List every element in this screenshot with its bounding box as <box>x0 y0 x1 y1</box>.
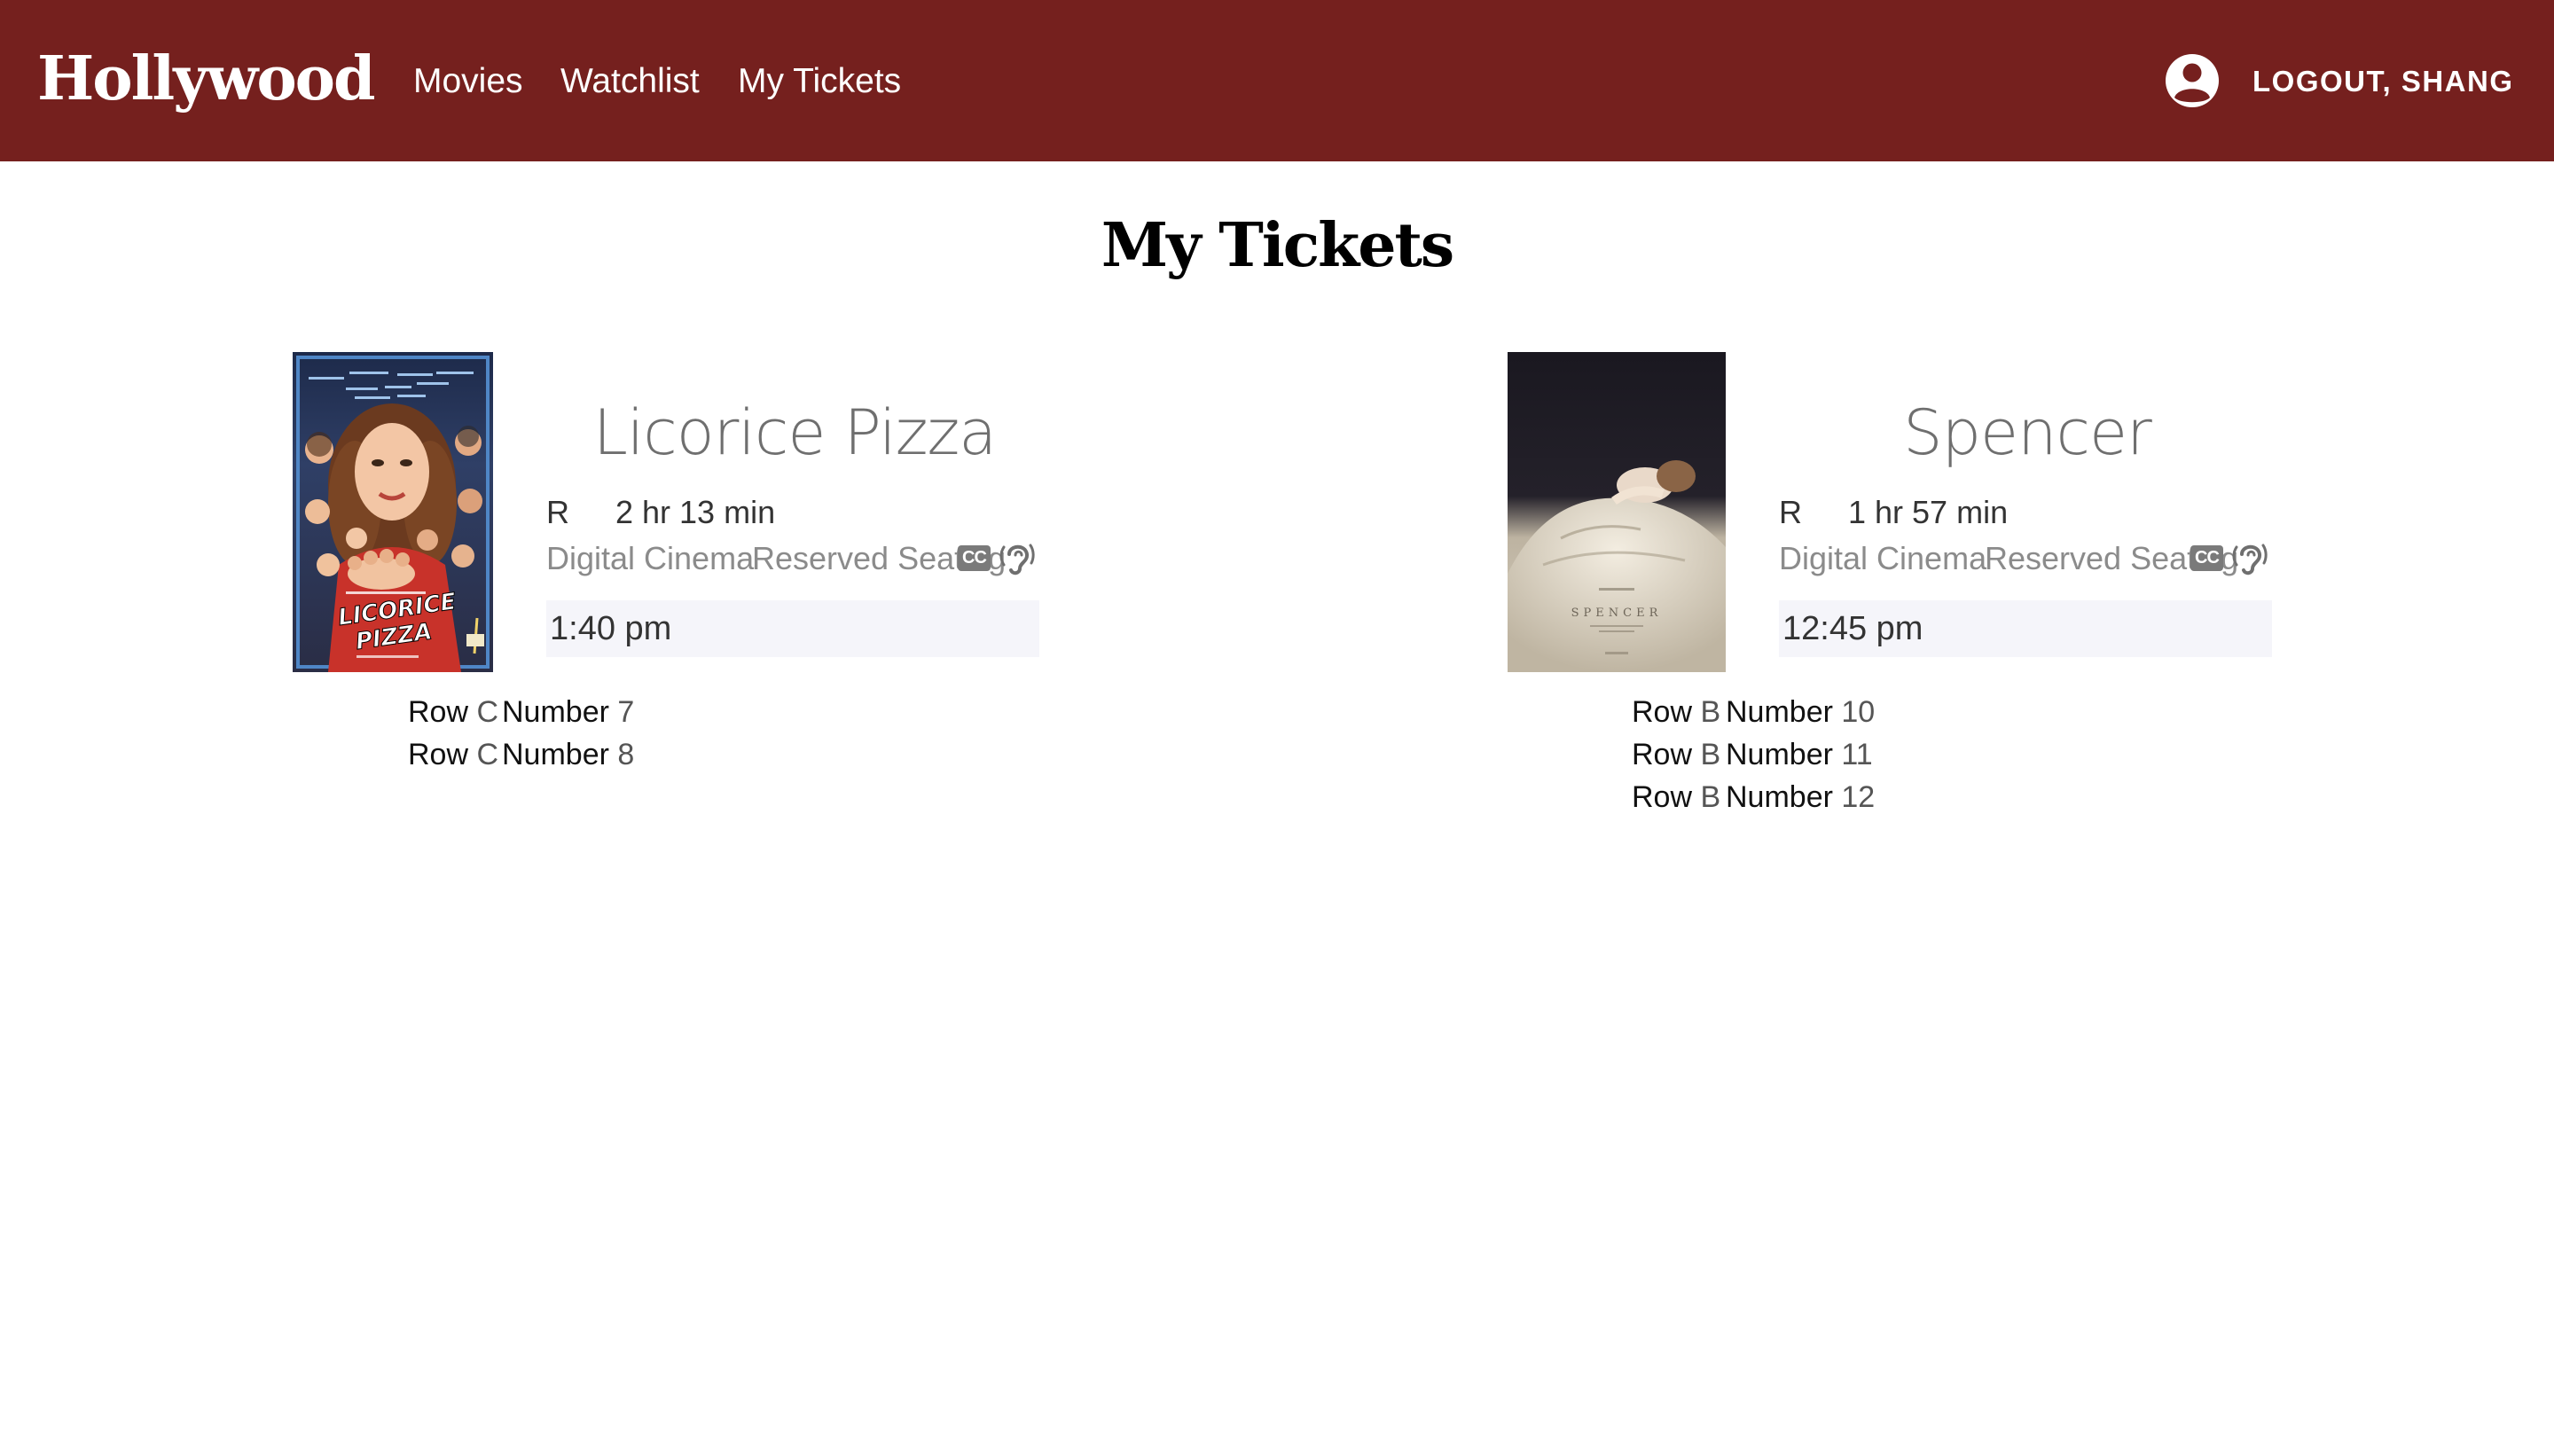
movie-rating: R <box>1779 494 1802 530</box>
number-label: Number <box>1726 780 1833 814</box>
row-label: Row <box>408 738 469 771</box>
seat-entry: Row B Number 10 <box>1632 693 1875 732</box>
screening-format: Digital Cinema <box>1779 540 1987 576</box>
top-navigation-bar: Hollywood Movies Watchlist My Tickets LO… <box>0 0 2554 161</box>
movie-poster[interactable]: SPENCER <box>1508 352 1726 672</box>
hollywood-logo[interactable]: Hollywood <box>37 39 376 119</box>
movie-title[interactable]: Licorice Pizza <box>546 393 1043 473</box>
closed-captions-icon: CC <box>2190 545 2223 571</box>
number-value: 7 <box>617 695 635 729</box>
seat-entry: Row C Number 7 <box>408 693 634 732</box>
user-account-icon[interactable] <box>2165 53 2220 108</box>
closed-captions-icon: CC <box>958 545 991 571</box>
page-title: My Tickets <box>1101 210 1454 281</box>
assistive-listening-icon <box>999 544 1035 575</box>
row-value: B <box>1700 780 1721 814</box>
nav-watchlist-link[interactable]: Watchlist <box>560 57 700 106</box>
logout-button[interactable]: LOGOUT, SHANG <box>2252 57 2514 106</box>
number-label: Number <box>502 695 609 729</box>
row-label: Row <box>1632 780 1693 814</box>
nav-my-tickets-link[interactable]: My Tickets <box>738 57 901 106</box>
number-label: Number <box>1726 695 1833 729</box>
nav-movies-link[interactable]: Movies <box>413 57 523 106</box>
movie-runtime: 1 hr 57 min <box>1848 494 2009 530</box>
number-value: 11 <box>1841 738 1873 771</box>
movie-title[interactable]: Spencer <box>1779 393 2276 473</box>
number-value: 12 <box>1841 780 1876 814</box>
showtime-label: 1:40 pm <box>550 610 672 647</box>
showtime-label: 12:45 pm <box>1782 610 1923 647</box>
movie-poster[interactable]: LICORICE PIZZA <box>293 352 493 672</box>
movie-rating: R <box>546 494 569 530</box>
row-value: B <box>1700 738 1721 771</box>
showtime-button[interactable]: 12:45 pm <box>1779 600 2272 657</box>
seat-entry: Row B Number 12 <box>1632 778 1875 817</box>
seat-entry: Row C Number 8 <box>408 735 634 774</box>
screening-format: Digital Cinema <box>546 540 755 576</box>
number-label: Number <box>502 738 609 771</box>
movie-runtime: 2 hr 13 min <box>615 494 776 530</box>
row-label: Row <box>1632 738 1693 771</box>
showtime-button[interactable]: 1:40 pm <box>546 600 1039 657</box>
ticket-card: SPENCER Spencer R 1 hr 57 min Digital Ci… <box>1508 352 2554 849</box>
poster-title: SPENCER <box>1571 607 1663 620</box>
number-value: 10 <box>1841 695 1876 729</box>
seat-entry: Row B Number 11 <box>1632 735 1873 774</box>
row-value: C <box>476 738 499 771</box>
assistive-listening-icon <box>2232 544 2268 575</box>
row-value: B <box>1700 695 1721 729</box>
ticket-card: LICORICE PIZZA Licorice Pizza R 2 hr 13 … <box>293 352 1445 849</box>
row-label: Row <box>408 695 469 729</box>
number-value: 8 <box>617 738 635 771</box>
row-value: C <box>476 695 499 729</box>
row-label: Row <box>1632 695 1693 729</box>
number-label: Number <box>1726 738 1833 771</box>
